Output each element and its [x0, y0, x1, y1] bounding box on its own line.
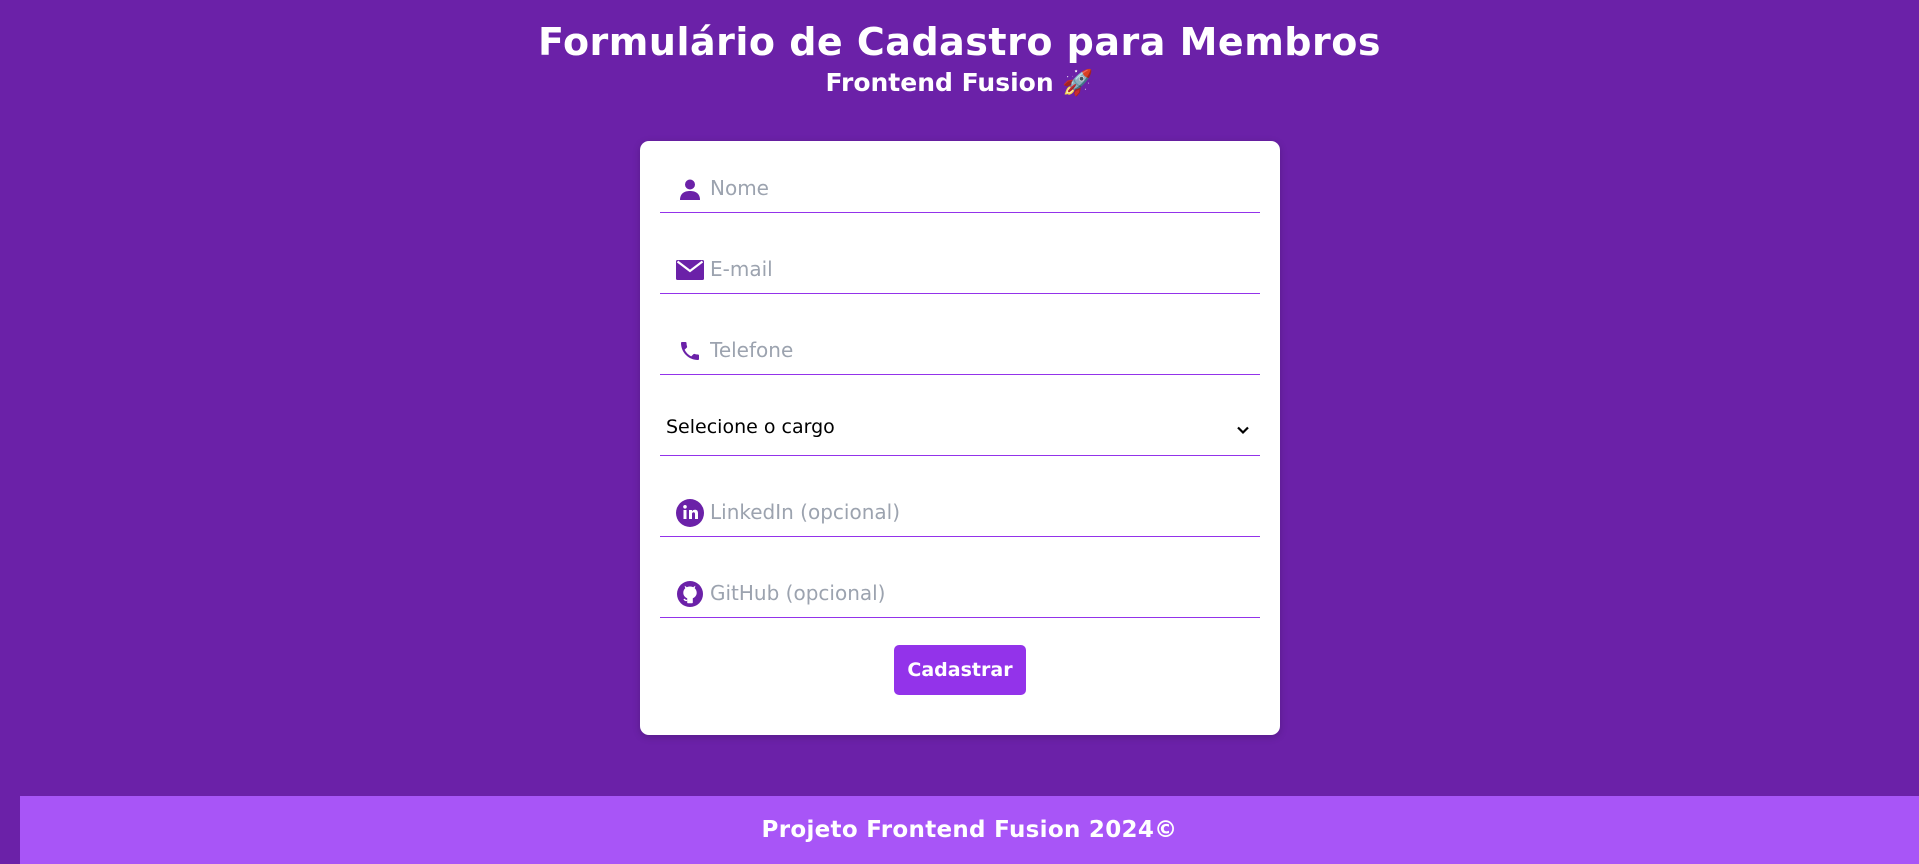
- name-field: [660, 161, 1260, 213]
- page-subtitle: Frontend Fusion 🚀: [825, 68, 1094, 97]
- role-select-value: Selecione o cargo: [666, 416, 835, 438]
- chevron-down-icon: [1236, 422, 1250, 436]
- submit-button[interactable]: Cadastrar: [894, 645, 1026, 695]
- name-input[interactable]: [710, 169, 1250, 207]
- github-icon: [676, 580, 704, 608]
- envelope-icon: [676, 256, 704, 284]
- linkedin-input[interactable]: [710, 493, 1250, 531]
- role-select[interactable]: Selecione o cargo: [660, 404, 1260, 456]
- phone-field: [660, 323, 1260, 375]
- linkedin-field: [660, 485, 1260, 537]
- phone-input[interactable]: [710, 331, 1250, 369]
- github-field: [660, 566, 1260, 618]
- footer-text: Projeto Frontend Fusion 2024©: [761, 817, 1178, 843]
- linkedin-icon: [676, 499, 704, 527]
- footer: Projeto Frontend Fusion 2024©: [20, 796, 1919, 864]
- user-icon: [676, 175, 704, 203]
- registration-form-card: Selecione o cargo: [640, 141, 1280, 735]
- github-input[interactable]: [710, 574, 1250, 612]
- email-input[interactable]: [710, 250, 1250, 288]
- phone-icon: [676, 337, 704, 365]
- email-field: [660, 242, 1260, 294]
- page-title: Formulário de Cadastro para Membros: [538, 20, 1381, 64]
